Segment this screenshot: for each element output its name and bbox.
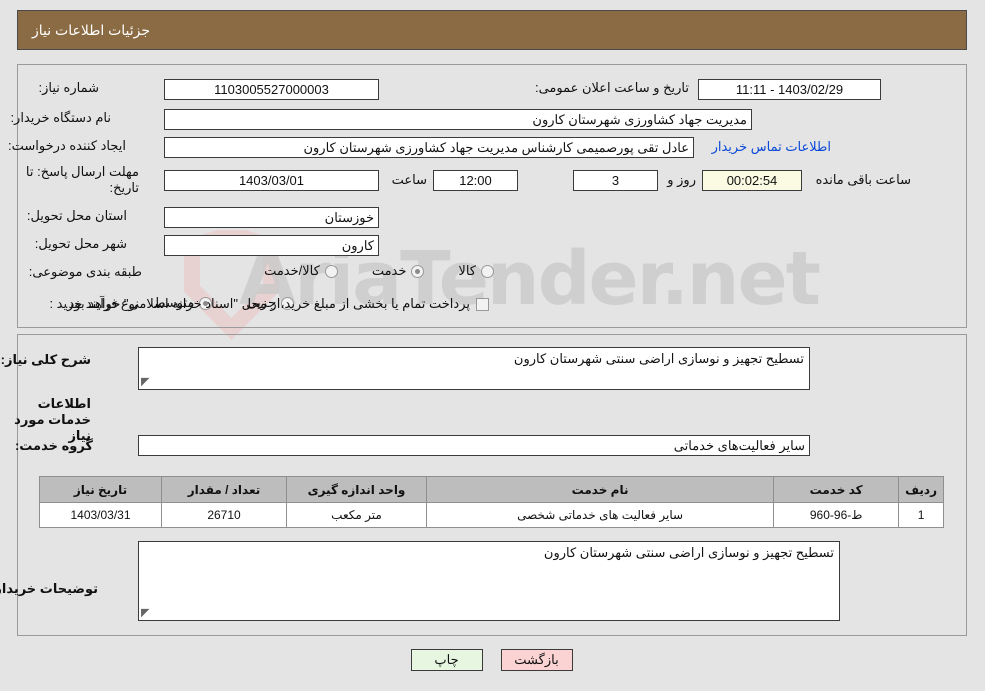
col-radif: ردیف — [899, 476, 945, 503]
islamic-treasury-note: پرداخت تمام یا بخشی از مبلغ خرید،از محل … — [65, 296, 471, 311]
province-field-wrap: خوزستان — [165, 207, 380, 228]
buyer-notes-label-wrap: توضیحات خریدار: — [0, 581, 99, 597]
public-announce-label: تاریخ و ساعت اعلان عمومی: — [535, 80, 690, 95]
buyer-contact-link[interactable]: اطلاعات تماس خریدار — [713, 139, 832, 155]
category-label: طبقه بندی موضوعی: — [29, 264, 143, 279]
hour-input[interactable]: 12:00 — [434, 170, 519, 191]
city-label: شهر محل تحویل: — [35, 236, 128, 251]
province-input[interactable]: خوزستان — [165, 207, 380, 228]
category-option-khedmat-label: خدمت — [372, 263, 408, 278]
general-desc-label-wrap: شرح کلی نیاز: — [2, 352, 92, 368]
buyer-notes-label: توضیحات خریدار: — [0, 581, 99, 596]
category-label-wrap: طبقه بندی موضوعی: — [30, 264, 143, 280]
public-announce-label-wrap: تاریخ و ساعت اعلان عمومی: — [536, 80, 690, 96]
city-label-wrap: شهر محل تحویل: — [36, 236, 128, 252]
public-announce-input[interactable]: 1403/02/29 - 11:11 — [699, 79, 882, 100]
radio-khedmat-icon[interactable] — [412, 264, 426, 278]
category-option-kala-khedmat-label: کالا/خدمت — [265, 263, 321, 278]
radio-kala-khedmat-icon[interactable] — [325, 264, 339, 278]
creator-label-wrap: ایجاد کننده درخواست: — [9, 138, 127, 154]
days-unit-label: روز و — [668, 172, 697, 187]
col-code: کد خدمت — [774, 476, 901, 503]
need-number-label-wrap: شماره نیاز: — [0, 80, 100, 96]
need-number-label: شماره نیاز: — [39, 80, 100, 95]
days-field-wrap: 3 — [574, 170, 659, 191]
general-desc-textarea-wrap[interactable]: تسطیح تجهیز و نوسازی اراضی سنتی شهرستان … — [139, 347, 811, 390]
cell-radif: 1 — [899, 502, 945, 528]
col-unit: واحد اندازه گیری — [287, 476, 428, 503]
hour-label-wrap: ساعت — [393, 172, 428, 188]
service-items-table-wrap: ردیف کد خدمت نام خدمت واحد اندازه گیری ت… — [40, 476, 945, 528]
hour-field-wrap: 12:00 — [434, 170, 519, 191]
services-heading: اطلاعات خدمات مورد نیاز — [15, 396, 92, 443]
hour-label: ساعت — [392, 172, 428, 187]
city-field-wrap: کارون — [165, 235, 380, 256]
creator-label: ایجاد کننده درخواست: — [9, 138, 127, 153]
buyer-org-input[interactable]: مدیریت جهاد کشاورزی شهرستان کارون — [165, 109, 753, 130]
service-group-label-wrap: گروه خدمت: — [16, 438, 94, 454]
creator-field-wrap: عادل تقی پورصمیمی کارشناس مدیریت جهاد کش… — [165, 137, 695, 158]
cell-unit: متر مکعب — [287, 502, 428, 528]
button-bar: بازگشت چاپ — [0, 649, 985, 671]
page-header: جزئیات اطلاعات نیاز — [18, 10, 968, 50]
buyer-org-label: نام دستگاه خریدار: — [11, 110, 112, 125]
category-option-kala[interactable]: کالا — [459, 263, 495, 279]
resize-handle-icon[interactable]: ◥ — [142, 376, 154, 388]
cell-name: سایر فعالیت های خدماتی شخصی — [426, 502, 776, 528]
col-name: نام خدمت — [426, 476, 776, 503]
cell-quantity: 26710 — [162, 502, 288, 528]
need-number-field-wrap: 1103005527000003 — [165, 79, 380, 100]
table-row: 1 ط-96-960 سایر فعالیت های خدماتی شخصی م… — [40, 502, 945, 528]
category-options: کالا خدمت کالا/خدمت — [265, 263, 495, 279]
need-number-input[interactable]: 1103005527000003 — [165, 79, 380, 100]
general-desc-textarea[interactable]: تسطیح تجهیز و نوسازی اراضی سنتی شهرستان … — [515, 351, 805, 366]
service-items-table: ردیف کد خدمت نام خدمت واحد اندازه گیری ت… — [40, 476, 945, 528]
islamic-treasury-row: پرداخت تمام یا بخشی از مبلغ خرید،از محل … — [66, 296, 490, 312]
cell-code: ط-96-960 — [774, 502, 901, 528]
deadline-date-field-wrap: 1403/03/01 — [165, 170, 380, 191]
city-input[interactable]: کارون — [165, 235, 380, 256]
category-option-kala-khedmat[interactable]: کالا/خدمت — [265, 263, 339, 279]
creator-input[interactable]: عادل تقی پورصمیمی کارشناس مدیریت جهاد کش… — [165, 137, 695, 158]
table-header-row: ردیف کد خدمت نام خدمت واحد اندازه گیری ت… — [40, 476, 945, 503]
buyer-notes-textarea-wrap[interactable]: تسطیح تجهیز و نوسازی اراضی سنتی شهرستان … — [139, 541, 841, 621]
print-button[interactable]: چاپ — [411, 649, 484, 671]
col-quantity: تعداد / مقدار — [162, 476, 288, 503]
back-button[interactable]: بازگشت — [501, 649, 574, 671]
countdown-unit-label: ساعت باقی مانده — [816, 172, 912, 187]
countdown-unit-wrap: ساعت باقی مانده — [817, 172, 912, 188]
province-label: استان محل تحویل: — [27, 208, 128, 223]
deadline-label: مهلت ارسال پاسخ: تا تاریخ: — [26, 164, 140, 195]
col-need-date: تاریخ نیاز — [40, 476, 163, 503]
service-group-field-wrap: سایر فعالیت‌های خدماتی — [139, 435, 811, 456]
deadline-label-wrap: مهلت ارسال پاسخ: تا تاریخ: — [10, 164, 140, 196]
deadline-date-input[interactable]: 1403/03/01 — [165, 170, 380, 191]
contact-link-wrap: اطلاعات تماس خریدار — [713, 139, 832, 155]
resize-handle-icon-2[interactable]: ◥ — [142, 607, 154, 619]
islamic-treasury-checkbox[interactable] — [477, 297, 490, 311]
need-info-panel — [18, 64, 968, 328]
category-option-kala-label: کالا — [459, 263, 477, 278]
general-desc-label: شرح کلی نیاز: — [1, 352, 92, 367]
service-group-label: گروه خدمت: — [15, 438, 94, 453]
page-title: جزئیات اطلاعات نیاز — [33, 21, 152, 38]
buyer-notes-textarea[interactable]: تسطیح تجهیز و نوسازی اراضی سنتی شهرستان … — [545, 545, 835, 560]
service-group-input[interactable]: سایر فعالیت‌های خدماتی — [139, 435, 811, 456]
days-input[interactable]: 3 — [574, 170, 659, 191]
buyer-org-label-wrap: نام دستگاه خریدار: — [11, 110, 112, 126]
public-announce-field-wrap: 1403/02/29 - 11:11 — [699, 79, 882, 100]
category-option-khedmat[interactable]: خدمت — [373, 263, 426, 279]
radio-kala-icon[interactable] — [482, 264, 495, 278]
countdown-input[interactable]: 00:02:54 — [703, 170, 803, 191]
countdown-field-wrap: 00:02:54 — [703, 170, 803, 191]
days-unit-wrap: روز و — [668, 172, 697, 188]
cell-need-date: 1403/03/31 — [40, 502, 163, 528]
province-label-wrap: استان محل تحویل: — [28, 208, 128, 224]
buyer-org-field-wrap: مدیریت جهاد کشاورزی شهرستان کارون — [165, 109, 753, 130]
